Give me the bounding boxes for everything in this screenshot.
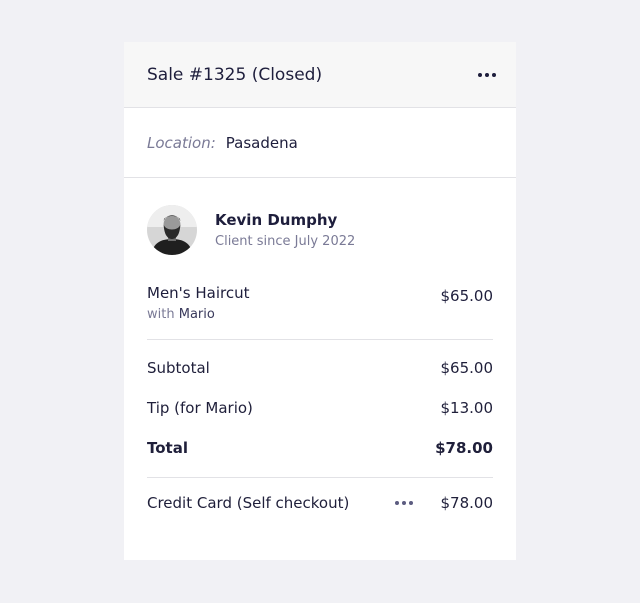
tip-label: Tip (for Mario): [147, 399, 253, 417]
location-label: Location:: [147, 133, 216, 152]
client-info: Kevin Dumphy Client since July 2022: [215, 211, 355, 249]
service-item: Men's Haircut with Mario $65.00: [147, 284, 493, 340]
more-options-icon[interactable]: [478, 69, 496, 81]
client-name[interactable]: Kevin Dumphy: [215, 211, 355, 229]
service-name: Men's Haircut: [147, 284, 250, 302]
dot: [408, 501, 413, 505]
service-staff-line: with Mario: [147, 307, 250, 322]
payment-label: Credit Card (Self checkout): [147, 494, 350, 512]
client-since: Client since July 2022: [215, 234, 356, 249]
total-value: $78.00: [435, 439, 493, 457]
subtotal-value: $65.00: [440, 359, 494, 377]
subtotal-row: Subtotal $65.00: [147, 357, 493, 379]
sale-header: Sale #1325 (Closed): [124, 42, 516, 108]
dot: [394, 501, 399, 505]
payment-amount: $78.00: [440, 494, 494, 512]
service-with-label: with: [147, 307, 175, 322]
location-value: Pasadena: [225, 133, 298, 152]
service-info: Men's Haircut with Mario: [147, 284, 250, 322]
dot: [485, 72, 489, 77]
dot: [492, 72, 496, 77]
subtotal-label: Subtotal: [147, 359, 210, 377]
tip-value: $13.00: [440, 399, 494, 417]
avatar-image: [147, 205, 197, 255]
avatar[interactable]: [147, 205, 197, 255]
sale-body: Kevin Dumphy Client since July 2022 Men'…: [124, 205, 516, 512]
client-row[interactable]: Kevin Dumphy Client since July 2022: [147, 205, 493, 255]
totals-section: Subtotal $65.00 Tip (for Mario) $13.00 T…: [147, 340, 493, 478]
location-row: Location: Pasadena: [124, 108, 516, 178]
total-row: Total $78.00: [147, 437, 493, 459]
service-staff: Mario: [178, 307, 215, 322]
payment-options-icon[interactable]: [394, 497, 413, 509]
total-label: Total: [147, 439, 188, 457]
payment-row: Credit Card (Self checkout) $78.00: [147, 494, 493, 512]
sale-title: Sale #1325 (Closed): [147, 64, 323, 85]
dot: [478, 72, 482, 77]
sale-card: Sale #1325 (Closed) Location: Pasadena K…: [124, 42, 516, 560]
dot: [401, 501, 406, 505]
service-amount: $65.00: [440, 287, 494, 305]
tip-row: Tip (for Mario) $13.00: [147, 397, 493, 419]
